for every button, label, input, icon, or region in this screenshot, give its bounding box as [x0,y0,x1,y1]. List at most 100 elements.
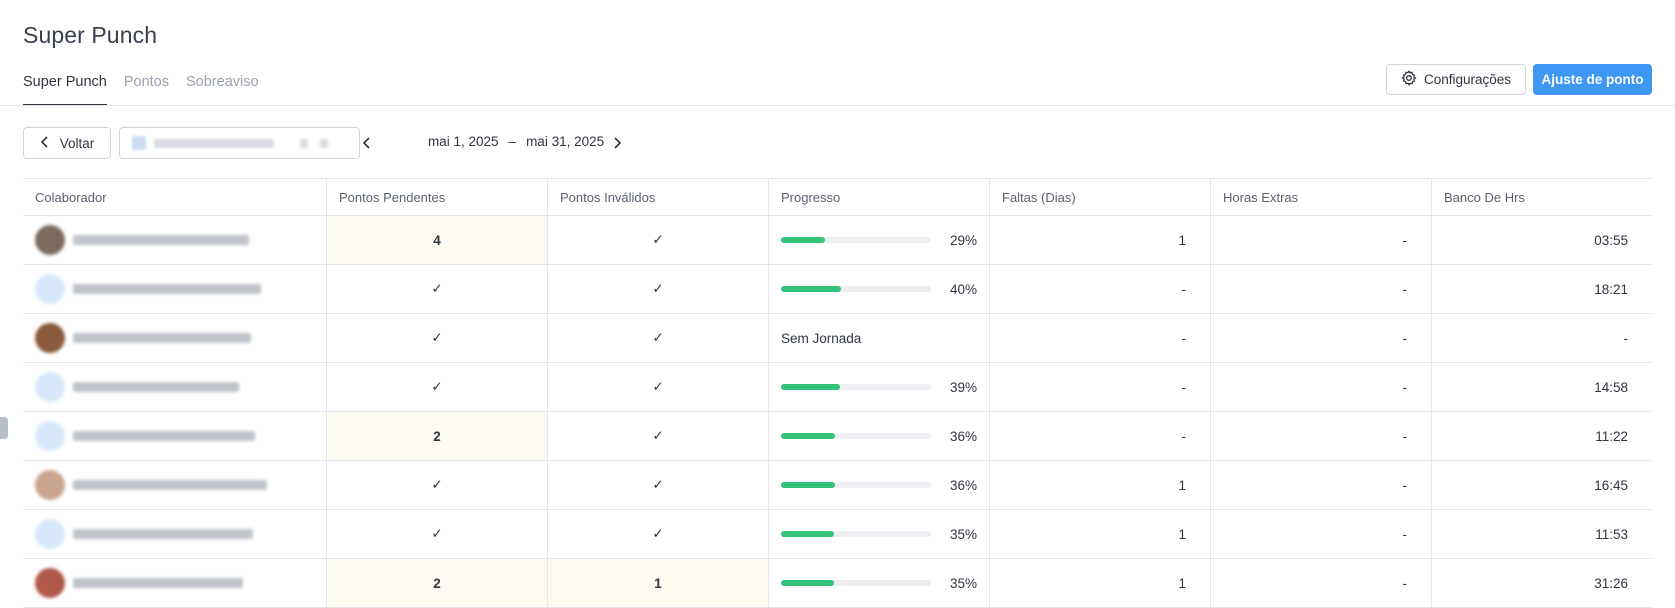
progress-cell: Sem Jornada [768,314,989,362]
pending-punches-cell[interactable]: ✓ [326,265,547,313]
previous-period-button[interactable] [356,132,378,154]
employee-cell[interactable] [23,510,326,558]
pending-punches-cell[interactable]: ✓ [326,314,547,362]
header-pontos-invalidos[interactable]: Pontos Inválidos [547,179,768,215]
table-row[interactable]: ✓ ✓ Sem Jornada - - - [23,314,1652,363]
hour-bank-cell: - [1431,314,1652,362]
progress-cell: 36% [768,461,989,509]
progress-cell: 29% [768,216,989,264]
progress-percent: 40% [949,281,977,297]
employee-name-redacted [73,333,251,343]
tab-bar: Super Punch Pontos Sobreaviso [23,66,259,106]
progress-bar [781,286,931,292]
tab-sobreaviso[interactable]: Sobreaviso [186,66,259,106]
progress-bar [781,237,931,243]
avatar [35,225,65,255]
pending-punches-cell[interactable]: ✓ [326,461,547,509]
pending-punches-cell[interactable]: ✓ [326,510,547,558]
table-row[interactable]: ✓ ✓ 39% - - 14:58 [23,363,1652,412]
table-row[interactable]: 2 ✓ 36% - - 11:22 [23,412,1652,461]
invalid-punches-cell[interactable]: ✓ [547,363,768,411]
tab-super-punch[interactable]: Super Punch [23,66,107,106]
pending-punches-cell[interactable]: 2 [326,412,547,460]
header-faltas[interactable]: Faltas (Dias) [989,179,1210,215]
overtime-cell: - [1210,314,1431,362]
header-colaborador[interactable]: Colaborador [23,179,326,215]
header-banco-de-horas[interactable]: Banco De Hrs [1431,179,1652,215]
settings-button[interactable]: Configurações [1386,64,1526,95]
progress-bar [781,384,931,390]
header-progresso[interactable]: Progresso [768,179,989,215]
invalid-punches-cell[interactable]: ✓ [547,216,768,264]
employee-cell[interactable] [23,216,326,264]
invalid-punches-cell[interactable]: ✓ [547,314,768,362]
avatar [35,519,65,549]
progress-bar [781,580,931,586]
table-row[interactable]: 2 1 35% 1 - 31:26 [23,559,1652,608]
progress-cell: 35% [768,559,989,607]
pending-punches-cell[interactable]: 4 [326,216,547,264]
overtime-cell: - [1210,559,1431,607]
avatar [35,372,65,402]
absences-cell: 1 [989,559,1210,607]
back-button-label: Voltar [59,135,95,151]
employee-cell[interactable] [23,314,326,362]
absences-cell: 1 [989,216,1210,264]
progress-fill [781,433,835,439]
absences-cell: - [989,412,1210,460]
progress-percent: 39% [949,379,977,395]
pending-punches-cell[interactable]: ✓ [326,363,547,411]
employee-cell[interactable] [23,265,326,313]
avatar [35,421,65,451]
progress-fill [781,531,834,537]
next-period-button[interactable] [606,132,628,154]
back-button[interactable]: Voltar [23,127,111,159]
invalid-punches-cell[interactable]: ✓ [547,510,768,558]
invalid-punches-cell[interactable]: ✓ [547,412,768,460]
avatar [35,323,65,353]
tabs-divider [0,105,1675,106]
avatar [35,568,65,598]
table-row[interactable]: 4 ✓ 29% 1 - 03:55 [23,216,1652,265]
hour-bank-cell: 11:22 [1431,412,1652,460]
sidebar-toggle-handle[interactable] [0,417,8,439]
hour-bank-cell: 11:53 [1431,510,1652,558]
hour-bank-cell: 03:55 [1431,216,1652,264]
employee-name-redacted [154,138,274,148]
overtime-cell: - [1210,412,1431,460]
absences-cell: - [989,265,1210,313]
table-row[interactable]: ✓ ✓ 35% 1 - 11:53 [23,510,1652,559]
progress-fill [781,286,841,292]
overtime-cell: - [1210,265,1431,313]
tab-pontos[interactable]: Pontos [124,66,169,106]
table-row[interactable]: ✓ ✓ 40% - - 18:21 [23,265,1652,314]
table-row[interactable]: ✓ ✓ 36% 1 - 16:45 [23,461,1652,510]
invalid-punches-cell[interactable]: 1 [547,559,768,607]
progress-bar [781,531,931,537]
settings-button-label: Configurações [1423,72,1512,87]
employee-select[interactable] [119,127,360,159]
progress-cell: 36% [768,412,989,460]
progress-fill [781,237,825,243]
hour-bank-cell: 31:26 [1431,559,1652,607]
pending-punches-cell[interactable]: 2 [326,559,547,607]
header-pontos-pendentes[interactable]: Pontos Pendentes [326,179,547,215]
progress-percent: 35% [949,526,977,542]
timesheet-table: Colaborador Pontos Pendentes Pontos Invá… [23,178,1652,608]
header-horas-extras[interactable]: Horas Extras [1210,179,1431,215]
employee-name-redacted [73,480,267,490]
progress-percent: 29% [949,232,977,248]
employee-name-redacted [73,284,261,294]
progress-fill [781,580,834,586]
invalid-punches-cell[interactable]: ✓ [547,461,768,509]
employee-cell[interactable] [23,461,326,509]
employee-name-redacted [73,382,239,392]
employee-id-redacted [300,138,308,148]
employee-cell[interactable] [23,559,326,607]
employee-cell[interactable] [23,412,326,460]
chevron-right-icon [614,137,622,149]
invalid-punches-cell[interactable]: ✓ [547,265,768,313]
employee-cell[interactable] [23,363,326,411]
adjust-punch-button[interactable]: Ajuste de ponto [1533,64,1652,95]
employee-name-redacted [73,235,249,245]
